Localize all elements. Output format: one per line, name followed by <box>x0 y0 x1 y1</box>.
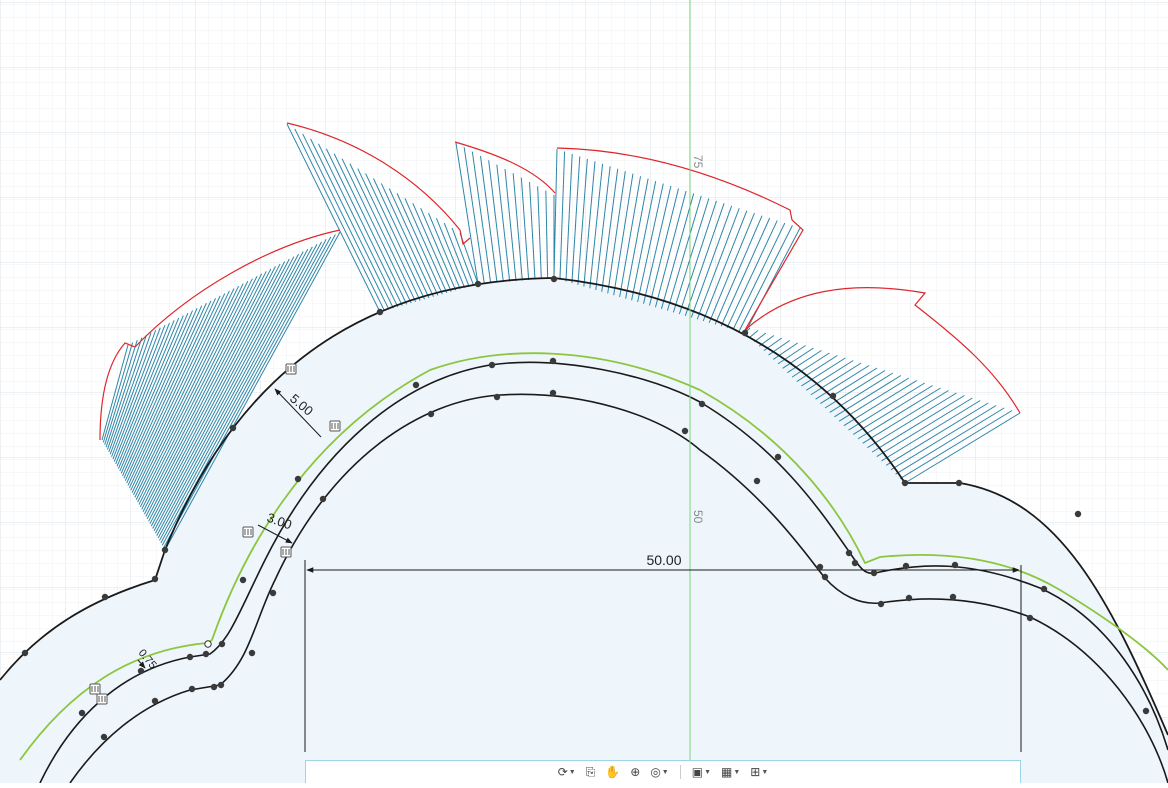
sketch-point[interactable] <box>549 389 557 397</box>
viewports-icon: ⊞ <box>750 765 761 779</box>
toolbar-divider <box>679 765 681 779</box>
sketch-point[interactable] <box>905 594 913 602</box>
sketch-point[interactable] <box>161 546 169 554</box>
sketch-point[interactable] <box>774 453 782 461</box>
sketch-point[interactable] <box>412 381 420 389</box>
sketch-point[interactable] <box>202 650 210 658</box>
sketch-point[interactable] <box>949 593 957 601</box>
open-sketch-point[interactable] <box>204 640 212 648</box>
sketch-point[interactable] <box>21 649 29 657</box>
sketch-point[interactable] <box>474 280 482 288</box>
sketch-point[interactable] <box>188 685 196 693</box>
parallel-constraint-icon <box>242 526 254 538</box>
sketch-point[interactable] <box>239 576 247 584</box>
sketch-point[interactable] <box>821 573 829 581</box>
y-axis-label-upper: 75 <box>691 155 705 169</box>
sketch-point[interactable] <box>1026 614 1034 622</box>
sketch-point[interactable] <box>845 549 853 557</box>
sketch-point[interactable] <box>210 683 218 691</box>
sketch-point[interactable] <box>549 357 557 365</box>
sketch-point[interactable] <box>1040 585 1048 593</box>
chevron-down-icon[interactable]: ▼ <box>761 769 768 776</box>
sketch-point[interactable] <box>319 495 327 503</box>
sketch-point[interactable] <box>851 559 859 567</box>
sketch-point[interactable] <box>248 649 256 657</box>
sketch-point[interactable] <box>877 600 885 608</box>
sketch-point[interactable] <box>1074 510 1082 518</box>
sketch-point[interactable] <box>1142 707 1150 715</box>
chevron-down-icon[interactable]: ▼ <box>704 769 711 776</box>
zoom-icon: ⊕ <box>630 765 641 779</box>
sketch-point[interactable] <box>816 563 824 571</box>
sketch-point[interactable] <box>269 589 277 597</box>
pan-button[interactable]: ✋ <box>602 762 623 782</box>
sketch-point[interactable] <box>829 392 837 400</box>
display-settings-button[interactable]: ▣ ▼ <box>689 762 714 782</box>
sketch-point[interactable] <box>902 562 910 570</box>
sketch-point[interactable] <box>550 275 558 283</box>
parallel-constraint-icon <box>285 363 297 375</box>
zoom-button[interactable]: ⊕ <box>627 762 643 782</box>
sketch-point[interactable] <box>137 667 145 675</box>
viewports-button[interactable]: ⊞ ▼ <box>747 762 771 782</box>
dimension-width-value[interactable]: 50.00 <box>646 552 681 568</box>
y-axis-label-lower: 50 <box>691 510 705 524</box>
chevron-down-icon[interactable]: ▼ <box>733 769 740 776</box>
sketch-point[interactable] <box>217 681 225 689</box>
fit-button[interactable]: ◎ ▼ <box>647 762 671 782</box>
sketch-canvas[interactable]: 50.00 5.00 3.00 0.75 75 50 <box>0 0 1168 784</box>
look-at-button[interactable]: ⎘ <box>583 762 599 782</box>
sketch-point[interactable] <box>955 479 963 487</box>
parallel-constraint-icon <box>96 693 108 705</box>
sketch-point[interactable] <box>488 361 496 369</box>
chevron-down-icon[interactable]: ▼ <box>569 769 576 776</box>
sketch-point[interactable] <box>741 329 749 337</box>
parallel-constraint-icon <box>89 683 101 695</box>
orbit-button[interactable]: ⟳ ▼ <box>555 762 579 782</box>
fit-icon: ◎ <box>650 765 661 779</box>
navigation-bar: ⟳ ▼ ⎘ ✋ ⊕ ◎ ▼ ▣ ▼ ▦ ▼ ⊞ ▼ <box>305 760 1021 783</box>
pan-icon: ✋ <box>605 765 621 779</box>
sketch-point[interactable] <box>753 477 761 485</box>
sketch-point[interactable] <box>218 640 226 648</box>
grid-settings-icon: ▦ <box>721 765 733 779</box>
orbit-icon: ⟳ <box>557 765 568 779</box>
parallel-constraint-icon <box>280 546 292 558</box>
look-at-icon: ⎘ <box>585 764 596 779</box>
sketch-point[interactable] <box>376 308 384 316</box>
sketch-point[interactable] <box>698 400 706 408</box>
sketch-point[interactable] <box>151 697 159 705</box>
display-settings-icon: ▣ <box>691 765 704 779</box>
grid-settings-button[interactable]: ▦ ▼ <box>718 762 743 782</box>
sketch-point[interactable] <box>229 424 237 432</box>
sketch-point[interactable] <box>101 593 109 601</box>
sketch-point[interactable] <box>901 479 909 487</box>
chevron-down-icon[interactable]: ▼ <box>662 769 669 776</box>
sketch-point[interactable] <box>427 410 435 418</box>
sketch-point[interactable] <box>951 561 959 569</box>
sketch-point[interactable] <box>870 569 878 577</box>
sketch-point[interactable] <box>294 475 302 483</box>
sketch-point[interactable] <box>681 427 689 435</box>
sketch-point[interactable] <box>78 709 86 717</box>
parallel-constraint-icon <box>329 420 341 432</box>
sketch-point[interactable] <box>100 733 108 741</box>
sketch-point[interactable] <box>151 575 159 583</box>
sketch-point[interactable] <box>186 653 194 661</box>
sketch-point[interactable] <box>493 393 501 401</box>
